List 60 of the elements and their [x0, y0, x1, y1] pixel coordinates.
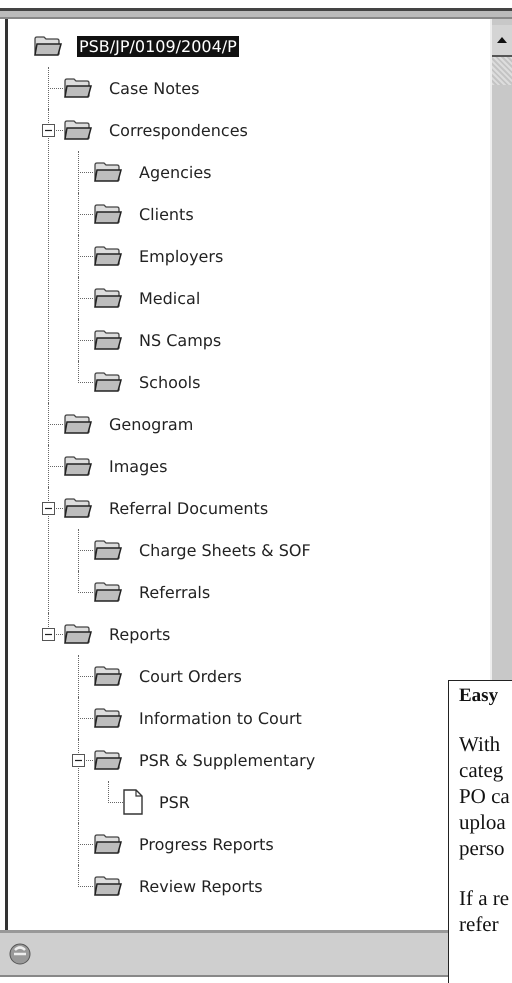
tree-item[interactable]: NS Camps [137, 330, 224, 350]
folder-icon [63, 455, 93, 477]
folder-icon [93, 371, 123, 393]
tree-item[interactable]: Review Reports [137, 876, 265, 896]
minus-icon [45, 631, 52, 638]
callout-text: uploa [459, 809, 507, 835]
folder-icon [93, 539, 123, 561]
tree-item[interactable]: Medical [137, 288, 202, 308]
minus-icon [75, 757, 82, 764]
callout-text: PO ca [459, 783, 511, 809]
callout-text: perso [459, 835, 506, 861]
collapse-toggle[interactable] [42, 124, 55, 137]
minus-icon [45, 505, 52, 512]
tree-item[interactable]: Genogram [107, 414, 196, 434]
tree-item[interactable]: Court Orders [137, 666, 244, 686]
collapse-toggle[interactable] [72, 754, 85, 767]
document-icon [123, 789, 143, 815]
collapse-toggle[interactable] [42, 502, 55, 515]
callout-text: refer [459, 911, 500, 937]
callout-text: With [459, 731, 502, 757]
collapse-toggle[interactable] [42, 628, 55, 641]
tree-item[interactable]: Case Notes [107, 78, 202, 98]
tree-item[interactable]: Information to Court [137, 708, 304, 728]
tree-item[interactable]: PSB/JP/0109/2004/P [77, 36, 239, 56]
tree-item[interactable]: Employers [137, 246, 226, 266]
folder-icon [93, 875, 123, 897]
scroll-up-button[interactable] [492, 25, 512, 57]
folder-icon [93, 833, 123, 855]
folder-icon [63, 119, 93, 141]
tree-item[interactable]: Correspondences [107, 120, 250, 140]
tree-item[interactable]: Images [107, 456, 170, 476]
callout-text: categ [459, 757, 504, 783]
tree-item[interactable]: Schools [137, 372, 202, 392]
folder-icon [63, 413, 93, 435]
folder-icon [93, 749, 123, 771]
folder-icon [93, 245, 123, 267]
folder-icon [63, 77, 93, 99]
folder-icon [93, 203, 123, 225]
tree-item[interactable]: Clients [137, 204, 196, 224]
tree-item[interactable]: Agencies [137, 162, 214, 182]
folder-icon [93, 287, 123, 309]
folder-icon [93, 707, 123, 729]
tree-item[interactable]: PSR & Supplementary [137, 750, 318, 770]
tree-item[interactable]: Reports [107, 624, 172, 644]
callout-title: Easy [459, 685, 500, 707]
tree-item[interactable]: Referral Documents [107, 498, 270, 518]
up-arrow-icon [497, 37, 507, 43]
folder-icon [93, 581, 123, 603]
folder-icon [93, 665, 123, 687]
folder-icon [33, 35, 63, 57]
tree-item[interactable]: Charge Sheets & SOF [137, 540, 313, 560]
tree-item[interactable]: PSR [157, 792, 192, 812]
tree-item[interactable]: Progress Reports [137, 834, 276, 854]
folder-icon [93, 329, 123, 351]
callout-text: If a re [459, 885, 510, 911]
folder-icon [93, 161, 123, 183]
tree-item[interactable]: Referrals [137, 582, 212, 602]
folder-icon [63, 623, 93, 645]
folder-icon [63, 497, 93, 519]
minus-icon [45, 127, 52, 134]
